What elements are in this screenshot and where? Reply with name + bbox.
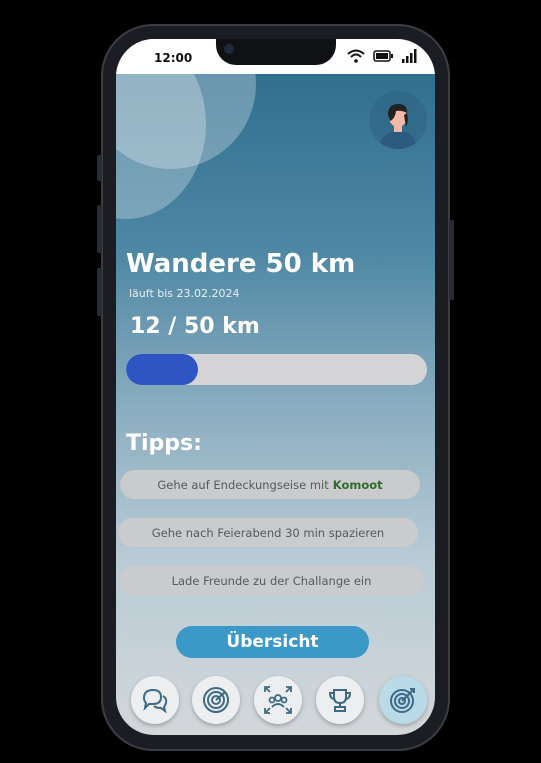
user-avatar-icon — [379, 104, 417, 149]
avatar[interactable] — [369, 91, 427, 149]
nav-trophy-button[interactable] — [316, 676, 364, 724]
trophy-icon — [328, 689, 352, 712]
target-icon — [390, 688, 415, 713]
challenge-title: Wandere 50 km — [126, 249, 356, 279]
challenge-deadline: läuft bis 23.02.2024 — [129, 287, 240, 300]
app-screen: 12:00 Wandere 50 km läuft bis 23.02.2024… — [116, 39, 435, 735]
tip-text: Gehe auf Endeckungseise mit — [157, 477, 329, 492]
camera-icon — [224, 44, 234, 54]
tip-item[interactable]: Gehe nach Feierabend 30 min spazieren — [118, 518, 418, 547]
progress-fill — [126, 354, 199, 385]
status-bar: 12:00 — [116, 39, 435, 74]
power-button — [449, 220, 454, 300]
overview-button[interactable]: Übersicht — [176, 626, 369, 658]
nav-radar-button[interactable] — [192, 676, 240, 724]
mute-switch — [97, 155, 102, 181]
wifi-icon — [347, 49, 365, 63]
tips-heading: Tipps: — [126, 431, 202, 456]
tip-item[interactable]: Lade Freunde zu der Challange ein — [119, 566, 424, 595]
signal-icon — [402, 49, 417, 63]
tip-text: Gehe nach Feierabend 30 min spazieren — [151, 525, 385, 540]
progress-text: 12 / 50 km — [130, 314, 260, 339]
tip-text: Lade Freunde zu der Challange ein — [171, 573, 372, 588]
tip-highlight-komoot[interactable]: Komoot — [333, 478, 383, 492]
volume-down-button — [97, 268, 102, 316]
volume-up-button — [97, 205, 102, 253]
radar-icon — [203, 687, 229, 713]
group-icon — [264, 686, 292, 714]
chat-icon — [142, 688, 168, 714]
notch — [216, 39, 336, 65]
tip-item[interactable]: Gehe auf Endeckungseise mit Komoot — [120, 470, 420, 499]
nav-group-button[interactable] — [254, 676, 302, 724]
nav-target-button[interactable] — [379, 676, 427, 724]
status-time: 12:00 — [154, 51, 193, 65]
progress-bar — [126, 354, 427, 385]
battery-icon — [373, 50, 393, 62]
nav-chat-button[interactable] — [131, 676, 179, 724]
